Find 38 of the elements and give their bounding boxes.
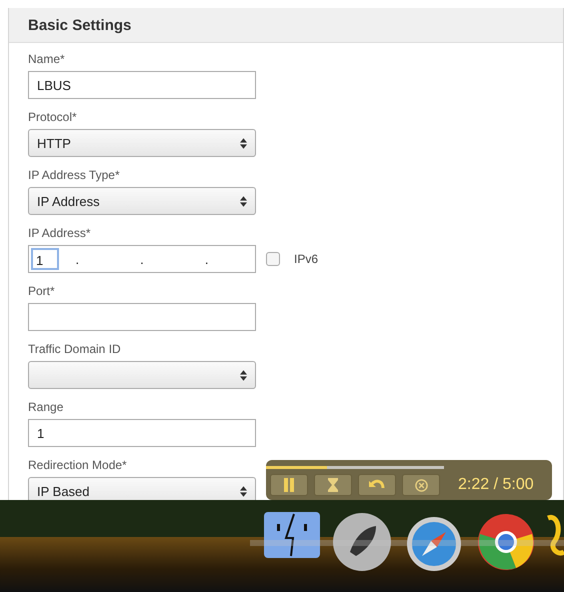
field-label: IP Address Type* <box>28 167 120 183</box>
dot-separator: . <box>204 252 208 266</box>
browser-icon[interactable] <box>476 512 536 572</box>
ip-address-field[interactable]: 1 . . . <box>28 245 256 273</box>
close-icon <box>414 478 428 492</box>
text-field[interactable]: LBUS <box>28 71 256 99</box>
checkbox-label: IPv6 <box>294 252 318 266</box>
rocket-icon[interactable] <box>332 512 392 572</box>
close-button[interactable] <box>402 474 440 496</box>
playback-time: 2:22 / 5:00 <box>458 476 534 494</box>
pause-button[interactable] <box>270 474 308 496</box>
undo-button[interactable] <box>358 474 396 496</box>
updown-arrows-icon <box>240 138 247 148</box>
text-field[interactable] <box>28 303 256 331</box>
hourglass-icon <box>327 478 339 492</box>
select-field[interactable]: HTTP <box>28 129 256 157</box>
checkbox[interactable] <box>266 252 280 266</box>
select-field[interactable] <box>28 361 256 389</box>
panel-title: Basic Settings <box>28 16 132 34</box>
dot-separator: . <box>76 252 80 266</box>
field-label: Redirection Mode* <box>28 457 127 473</box>
field-label: Name* <box>28 51 65 67</box>
pause-icon <box>283 478 295 492</box>
progress-track[interactable] <box>266 466 444 469</box>
select-field[interactable]: IP Based <box>28 477 256 500</box>
updown-arrows-icon <box>240 370 247 380</box>
field-label: IP Address* <box>28 225 90 241</box>
dot-separator: . <box>140 252 144 266</box>
updown-arrows-icon <box>240 486 247 496</box>
field-label: Traffic Domain ID <box>28 341 121 357</box>
field-label: Range <box>28 399 64 415</box>
text-field[interactable]: 1 <box>28 419 256 447</box>
octet-field[interactable]: 1 <box>31 248 59 270</box>
updown-arrows-icon <box>240 196 247 206</box>
select-field[interactable]: IP Address <box>28 187 256 215</box>
field-label: Protocol* <box>28 109 77 125</box>
hourglass-button[interactable] <box>314 474 352 496</box>
field-label: Port* <box>28 283 55 299</box>
